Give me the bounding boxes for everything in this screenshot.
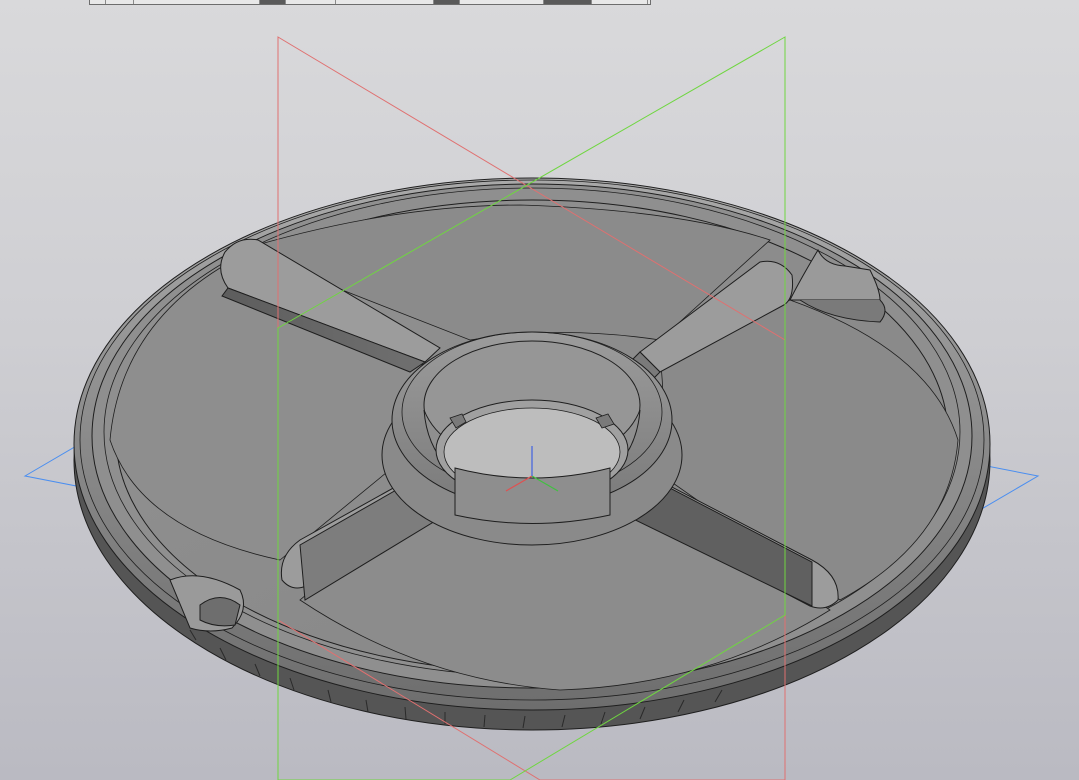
central-hub xyxy=(381,331,683,546)
model-scene[interactable] xyxy=(0,0,1079,780)
3d-viewport[interactable] xyxy=(0,0,1079,780)
